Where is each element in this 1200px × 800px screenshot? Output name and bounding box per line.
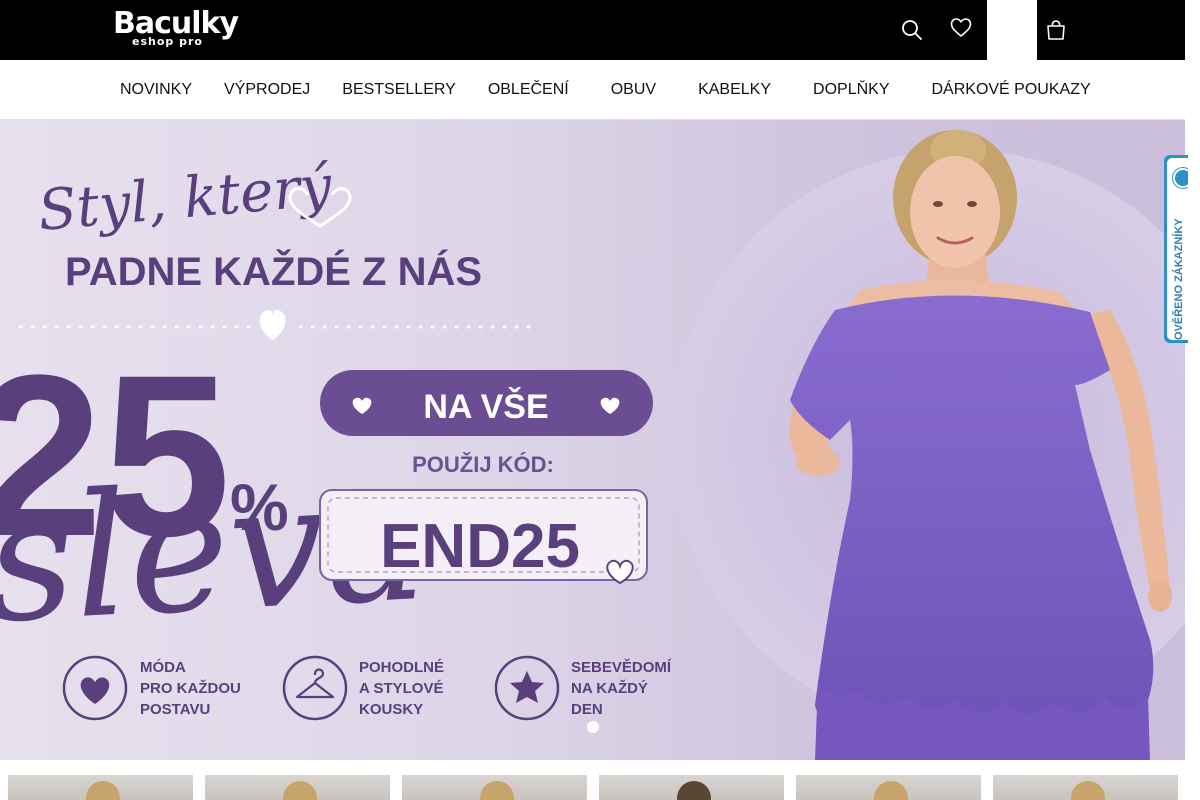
feature-line: MÓDA	[140, 658, 186, 676]
verified-customers-badge[interactable]: OVĚŘENO ZÁKAZNÍKY	[1164, 155, 1188, 343]
feature-line: SEBEVĚDOMÍ	[571, 658, 672, 676]
feature-comfort: POHODLNÉ A STYLOVÉ KOUSKY	[282, 655, 444, 721]
hero-banner[interactable]: Styl, který PADNE KAŽDÉ Z NÁS 25 % sleva…	[0, 120, 1185, 760]
wishlist-button[interactable]	[945, 12, 977, 44]
feature-line: NA KAŽDÝ	[571, 679, 648, 697]
hero-artwork: Styl, který PADNE KAŽDÉ Z NÁS 25 % sleva…	[0, 130, 1185, 760]
feature-fashion: MÓDA PRO KAŽDOU POSTAVU	[62, 655, 241, 721]
slider-dot[interactable]	[587, 721, 599, 733]
product-card[interactable]	[402, 775, 587, 800]
nav-item-label: BESTSELLERY	[342, 81, 456, 98]
product-image	[86, 781, 120, 800]
divider-heart-icon	[259, 310, 286, 341]
site-header: Baculky eshop pro	[0, 0, 1185, 60]
nav-item-label: OBUV	[610, 81, 657, 98]
heart-icon	[80, 677, 110, 704]
feature-line: PRO KAŽDOU	[140, 679, 241, 697]
logo-tagline: eshop pro	[132, 35, 203, 48]
nav-item-darkove-poukazy[interactable]: DÁRKOVÉ POUKAZY	[931, 81, 1090, 99]
feature-line: POSTAVU	[140, 701, 210, 718]
logo[interactable]: Baculky eshop pro	[113, 7, 243, 50]
star-icon	[510, 671, 544, 703]
hanger-icon	[295, 668, 335, 699]
product-card[interactable]	[205, 775, 390, 800]
feature-line: KOUSKY	[359, 701, 423, 718]
hero-code: END25	[380, 512, 580, 581]
product-card[interactable]	[8, 775, 193, 800]
nav-list: NOVINKY VÝPRODEJ BESTSELLERY OBLEČENÍ OB…	[120, 60, 1098, 119]
nav-item-obuv[interactable]: OBUV	[611, 81, 666, 99]
search-icon	[902, 20, 922, 40]
product-image	[1071, 781, 1105, 800]
product-card[interactable]	[796, 775, 981, 800]
heart-icon	[950, 18, 972, 37]
product-image	[874, 781, 908, 800]
nav-item-label: KABELKY	[698, 81, 772, 98]
product-strip	[8, 775, 1178, 800]
badge-panel: OVĚŘENO ZÁKAZNÍKY	[1167, 158, 1188, 340]
main-navigation: NOVINKY VÝPRODEJ BESTSELLERY OBLEČENÍ OB…	[0, 60, 1185, 120]
cart-icon	[1047, 20, 1065, 40]
verified-seal-icon	[1173, 168, 1188, 188]
nav-item-novinky[interactable]: NOVINKY	[120, 81, 192, 99]
nav-item-obleceni[interactable]: OBLEČENÍ	[488, 81, 579, 99]
product-card[interactable]	[599, 775, 784, 800]
product-image	[283, 781, 317, 800]
nav-item-vyprodej[interactable]: VÝPRODEJ	[224, 81, 310, 99]
account-button[interactable]	[987, 0, 1037, 60]
feature-confidence: SEBEVĚDOMÍ NA KAŽDÝ DEN	[494, 655, 672, 721]
nav-item-label: DOPLŇKY	[813, 81, 890, 98]
hero-use-code-label: POUŽIJ KÓD:	[412, 452, 554, 477]
badge-text: OVĚŘENO ZÁKAZNÍKY	[1173, 218, 1185, 340]
cart-button[interactable]	[1040, 14, 1072, 46]
product-image	[480, 781, 514, 800]
nav-item-label: VÝPRODEJ	[224, 81, 311, 98]
hero-headline: PADNE KAŽDÉ Z NÁS	[65, 248, 482, 294]
hero-pill-text: NA VŠE	[423, 387, 548, 426]
nav-item-bestsellery[interactable]: BESTSELLERY	[342, 81, 456, 99]
product-card[interactable]	[993, 775, 1178, 800]
feature-line: A STYLOVÉ	[359, 680, 443, 697]
feature-line: DEN	[571, 701, 603, 718]
nav-item-doplnky[interactable]: DOPLŇKY	[813, 81, 899, 99]
nav-item-label: DÁRKOVÉ POUKAZY	[931, 81, 1091, 98]
product-image	[677, 781, 711, 800]
search-button[interactable]	[896, 14, 928, 46]
feature-line: POHODLNÉ	[359, 659, 444, 676]
nav-item-label: NOVINKY	[120, 81, 193, 98]
nav-item-kabelky[interactable]: KABELKY	[698, 81, 781, 99]
nav-item-label: OBLEČENÍ	[487, 81, 569, 98]
